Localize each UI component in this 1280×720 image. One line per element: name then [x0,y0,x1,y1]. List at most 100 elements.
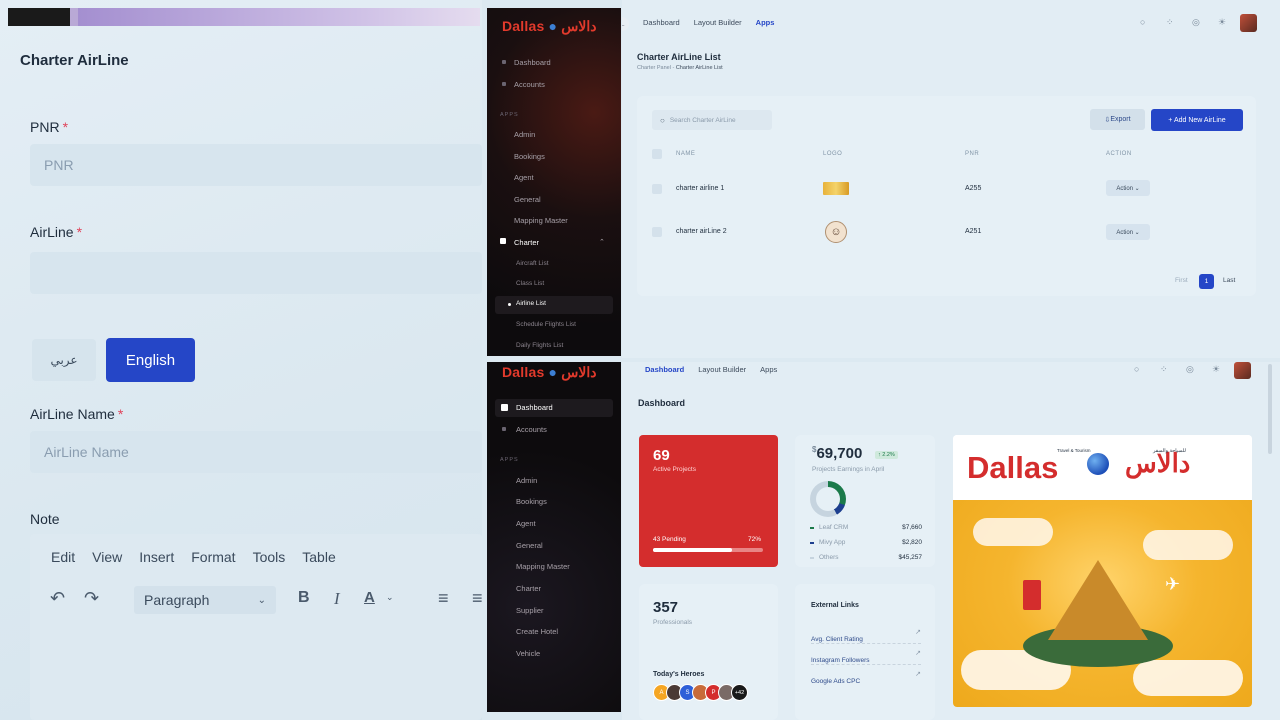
theme-icon[interactable]: ☀ [1212,364,1220,375]
pnr-input[interactable]: PNR [30,144,482,186]
scrollbar[interactable] [1268,364,1272,454]
sidebar-item-general[interactable]: General [516,541,543,550]
search-input[interactable]: ○ Search Charter AirLine [652,110,772,130]
menu-tools[interactable]: Tools [253,549,286,565]
nav-layout-builder[interactable]: Layout Builder [694,18,742,27]
avatar[interactable] [1240,14,1257,32]
sidebar-item-accounts[interactable]: Accounts [514,80,545,89]
align-more-icon[interactable]: ≡ [472,588,482,609]
action-dropdown[interactable]: Action ⌄ [1106,180,1150,196]
sidebar-item-charter[interactable]: Charter [514,238,539,247]
select-all-checkbox[interactable] [652,149,662,159]
sidebar-item-general[interactable]: General [514,195,541,204]
english-tab[interactable]: English [106,338,195,382]
search-icon[interactable]: ○ [1134,364,1139,374]
external-link-icon: ↗ [915,671,921,678]
airline-select[interactable] [30,252,482,294]
sidebar-item-charter[interactable]: Charter [516,584,541,593]
table-row: charter airLine 2 ☺ A251 Action ⌄ [637,210,1256,250]
menu-edit[interactable]: Edit [51,549,75,565]
legend-swatch [810,556,814,559]
nav-apps[interactable]: Apps [756,18,775,27]
bold-icon[interactable]: B [298,589,310,607]
sidebar-sub-schedule-flights[interactable]: Schedule Flights List [516,321,576,328]
sidebar-item-dashboard[interactable]: Dashboard [514,58,551,67]
sidebar-sub-daily-flights[interactable]: Daily Flights List [516,342,563,349]
avatar[interactable] [1234,362,1251,379]
nav-dashboard[interactable]: Dashboard [643,18,680,27]
sidebar-item-mapping-master[interactable]: Mapping Master [516,562,570,571]
sidebar-item-bookings[interactable]: Bookings [516,497,547,506]
pagination-first[interactable]: First [1175,277,1188,284]
sidebar-sub-aircraft-list[interactable]: Aircraft List [516,260,549,267]
banner-logo-en: Dallas [967,450,1059,485]
breadcrumb-charter-panel[interactable]: Charter Panel [637,65,671,71]
pagination-page[interactable]: 1 [1199,274,1214,289]
sidebar-item-agent[interactable]: Agent [516,519,536,528]
legend-item: Leaf CRM $7,660 [810,520,922,535]
external-link-icon: ↗ [915,650,921,657]
paragraph-select[interactable]: Paragraph ⌄ [134,586,276,614]
menu-format[interactable]: Format [191,549,235,565]
dashboard-page: Dashboard Layout Builder Apps ○ ⁘ ◎ ☀ Da… [622,362,1280,720]
earnings-card: $69,700 ↑ 2.2% Projects Earnings in Apri… [795,435,935,567]
sidebar-item-supplier[interactable]: Supplier [516,606,544,615]
row-checkbox[interactable] [652,227,662,237]
arabic-tab[interactable]: عربي [32,339,96,381]
italic-icon[interactable]: I [334,589,340,609]
redo-icon[interactable]: ↷ [84,588,99,609]
external-link-item[interactable]: Avg. Client Rating ↗ [811,628,921,644]
external-link-item[interactable]: Google Ads CPC ↗ [811,670,921,686]
row-checkbox[interactable] [652,184,662,194]
apps-section-title: APPS [500,457,519,463]
column-name: NAME [676,151,696,157]
sidebar-bottom: Dallas ● دالاس Dashboard Accounts APPS A… [487,362,621,712]
menu-view[interactable]: View [92,549,122,565]
apps-grid-icon[interactable]: ⁘ [1166,17,1174,28]
nav-dashboard[interactable]: Dashboard [645,365,684,374]
sidebar-item-agent[interactable]: Agent [514,173,534,182]
sidebar-item-bookings[interactable]: Bookings [514,152,545,161]
sidebar-item-dashboard[interactable]: Dashboard [516,403,553,412]
table-row: charter airline 1 A255 Action ⌄ [637,168,1256,208]
top-nav: Dashboard Layout Builder Apps [645,365,777,374]
search-icon[interactable]: ○ [1140,17,1145,27]
sidebar-item-accounts[interactable]: Accounts [516,425,547,434]
cloud-shape [1143,530,1233,560]
sidebar-item-mapping-master[interactable]: Mapping Master [514,216,568,225]
donut-hole [816,487,840,511]
collapse-sidebar-icon[interactable]: ← [622,17,629,31]
notifications-icon[interactable]: ◎ [1192,17,1200,28]
globe-icon [1085,451,1111,477]
undo-icon[interactable]: ↶ [50,588,65,609]
apps-grid-icon[interactable]: ⁘ [1160,364,1168,375]
dashboard-icon [502,60,506,64]
notifications-icon[interactable]: ◎ [1186,364,1194,375]
heroes-title: Today's Heroes [653,671,705,678]
sidebar-item-admin[interactable]: Admin [516,476,537,485]
action-dropdown[interactable]: Action ⌄ [1106,224,1150,240]
menu-insert[interactable]: Insert [139,549,174,565]
external-link-item[interactable]: Instagram Followers ↗ [811,649,921,665]
airline-name: charter airLine 2 [676,228,727,235]
align-left-icon[interactable]: ≡ [438,588,449,609]
sidebar-sub-class-list[interactable]: Class List [516,280,544,287]
sidebar-item-create-hotel[interactable]: Create Hotel [516,627,558,636]
nav-apps[interactable]: Apps [760,365,777,374]
sidebar-sub-airline-list[interactable]: Airline List [516,300,546,307]
airline-name-input[interactable]: AirLine Name [30,431,482,473]
menu-table[interactable]: Table [302,549,335,565]
text-color-chevron-icon[interactable]: ⌄ [386,592,394,603]
text-color-icon[interactable]: A [364,589,375,606]
professionals-label: Professionals [653,619,693,626]
sidebar-item-vehicle[interactable]: Vehicle [516,649,540,658]
add-new-airline-button[interactable]: + Add New AirLine [1151,109,1243,131]
mountain-shape [1048,560,1148,640]
theme-icon[interactable]: ☀ [1218,17,1226,28]
pagination-last[interactable]: Last [1223,277,1235,284]
export-button[interactable]: ⇩ Export [1090,109,1145,130]
sidebar-item-admin[interactable]: Admin [514,130,535,139]
nav-layout-builder[interactable]: Layout Builder [698,365,746,374]
more-avatars[interactable]: +42 [731,684,748,701]
legend-swatch [810,526,814,529]
